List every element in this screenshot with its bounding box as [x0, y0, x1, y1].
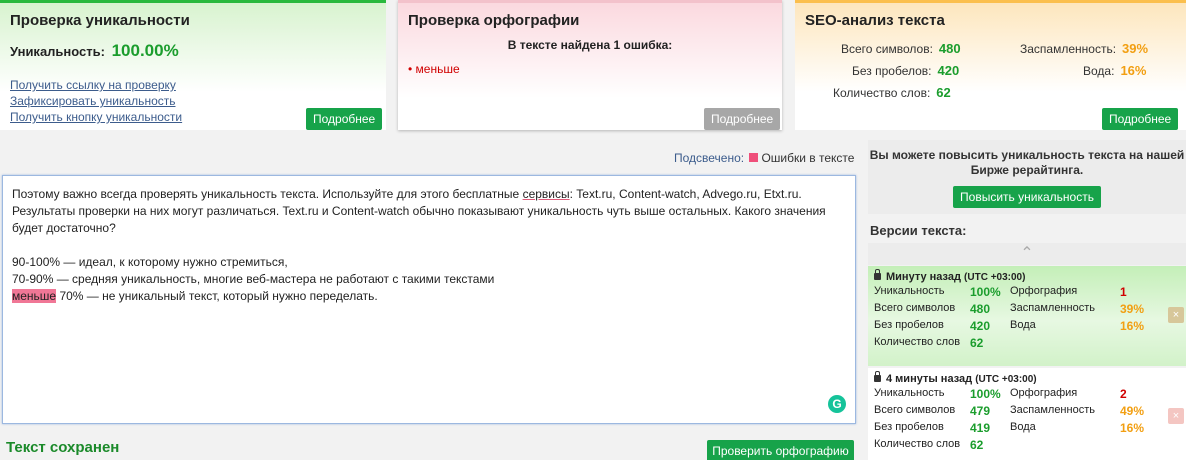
- version-spell: 2: [1120, 387, 1127, 401]
- editor-underlined-word: сервисы: [522, 187, 570, 201]
- grammarly-icon[interactable]: G: [828, 395, 846, 413]
- fix-uniqueness-link[interactable]: Зафиксировать уникальность: [10, 93, 376, 109]
- highlight-legend: Подсвечено: Ошибки в тексте: [674, 151, 854, 165]
- text-editor[interactable]: Поэтому важно всегда проверять уникально…: [2, 175, 856, 424]
- version-words: 62: [970, 438, 984, 452]
- seo-spam-value: 39%: [1122, 41, 1149, 56]
- version-total: 479: [970, 404, 991, 418]
- spelling-panel: Проверка орфографии В тексте найдена 1 о…: [398, 0, 782, 130]
- version-label-words: Количество слов: [874, 336, 961, 348]
- version-label-water: Вода: [1010, 319, 1036, 331]
- seo-total-chars-label: Всего символов:: [841, 42, 933, 56]
- version-time: Минуту назад: [886, 271, 961, 283]
- version-spell: 1: [1120, 285, 1127, 299]
- seo-no-spaces-value: 420: [937, 63, 960, 78]
- editor-text: Поэтому важно всегда проверять уникально…: [12, 187, 523, 201]
- spelling-error-item[interactable]: • меньше: [408, 62, 772, 76]
- text-saved-status: Текст сохранен: [6, 439, 120, 456]
- version-label-uniq: Уникальность: [874, 285, 945, 297]
- editor-line-5: 70-90% — средняя уникальность, многие ве…: [12, 272, 495, 286]
- version-spam: 39%: [1120, 302, 1145, 316]
- spelling-found-text: В тексте найдена 1 ошибка:: [507, 38, 673, 52]
- version-label-water: Вода: [1010, 421, 1036, 433]
- version-label-nospace: Без пробелов: [874, 421, 944, 433]
- version-header: 4 минуты назад (UTC +03:00): [874, 371, 1180, 385]
- version-nospace: 419: [970, 421, 991, 435]
- editor-text: : Text.ru, Content-watch, Advego.ru, Etx…: [569, 187, 802, 201]
- editor-line-1: Поэтому важно всегда проверять уникально…: [12, 186, 846, 203]
- uniqueness-label: Уникальность:: [10, 44, 105, 59]
- version-label-words: Количество слов: [874, 438, 961, 450]
- promo-box: Вы можете повысить уникальность текста н…: [868, 140, 1186, 214]
- version-label-uniq: Уникальность: [874, 387, 945, 399]
- close-icon[interactable]: ×: [1168, 307, 1184, 323]
- version-label-spell: Орфография: [1010, 285, 1078, 297]
- version-water: 16%: [1120, 319, 1145, 333]
- version-label-spell: Орфография: [1010, 387, 1078, 399]
- promo-text: Вы можете повысить уникальность текста н…: [869, 148, 1185, 177]
- seo-spam-label: Заспамленность:: [1020, 42, 1117, 56]
- version-time: 4 минуты назад: [886, 373, 973, 385]
- version-label-nospace: Без пробелов: [874, 319, 944, 331]
- editor-text: 70% — не уникальный текст, который нужно…: [56, 289, 378, 303]
- version-label-spam: Заспамленность: [1010, 404, 1095, 416]
- seo-spam: Заспамленность: 39%: [1020, 41, 1148, 56]
- uniqueness-value: 100.00%: [111, 41, 179, 60]
- uniqueness-title: Проверка уникальности: [10, 12, 190, 29]
- lock-icon: [874, 269, 881, 280]
- increase-uniqueness-button[interactable]: Повысить уникальность: [953, 186, 1101, 208]
- version-uniq: 100%: [970, 387, 1001, 401]
- seo-more-button[interactable]: Подробнее: [1102, 108, 1179, 130]
- version-label-spam: Заспамленность: [1010, 302, 1095, 314]
- editor-line-3: будет достаточно?: [12, 221, 116, 235]
- legend-errors-label: Ошибки в тексте: [761, 151, 855, 165]
- seo-water: Вода: 16%: [1083, 63, 1146, 78]
- highlighted-error-word[interactable]: меньше: [12, 289, 57, 303]
- version-timezone: (UTC +03:00): [964, 272, 1026, 283]
- seo-words-label: Количество слов:: [833, 86, 931, 100]
- seo-words: Количество слов: 62: [833, 85, 951, 100]
- seo-no-spaces-label: Без пробелов:: [852, 64, 932, 78]
- editor-line-6: меньше 70% — не уникальный текст, которы…: [12, 288, 846, 305]
- version-uniq: 100%: [970, 285, 1001, 299]
- error-color-swatch: [749, 153, 759, 162]
- seo-title: SEO-анализ текста: [805, 12, 945, 29]
- version-header: Минуту назад (UTC +03:00): [874, 269, 1180, 283]
- spelling-title: Проверка орфографии: [408, 12, 580, 29]
- version-words: 62: [970, 336, 984, 350]
- uniqueness-line: Уникальность: 100.00%: [10, 41, 376, 61]
- version-spam: 49%: [1120, 404, 1145, 418]
- version-timezone: (UTC +03:00): [975, 374, 1037, 385]
- get-check-link[interactable]: Получить ссылку на проверку: [10, 77, 376, 93]
- seo-panel: SEO-анализ текста Всего символов: 480 Без…: [795, 0, 1186, 130]
- legend-prefix: Подсвечено:: [674, 151, 745, 165]
- editor-blank-line: [12, 237, 846, 254]
- editor-line-2: Результаты проверки на них могут различа…: [12, 204, 826, 218]
- lock-icon: [874, 371, 881, 382]
- seo-water-label: Вода:: [1083, 64, 1115, 78]
- versions-title: Версии текста:: [870, 223, 967, 238]
- seo-total-chars-value: 480: [938, 41, 961, 56]
- spelling-error-word: меньше: [415, 62, 460, 76]
- check-spelling-button[interactable]: Проверить орфографию: [707, 440, 854, 460]
- chevron-up-icon[interactable]: ⌃: [868, 243, 1186, 265]
- seo-no-spaces: Без пробелов: 420: [852, 63, 959, 78]
- version-total: 480: [970, 302, 991, 316]
- version-water: 16%: [1120, 421, 1145, 435]
- version-item[interactable]: 4 минуты назад (UTC +03:00) Уникальность…: [868, 368, 1186, 460]
- close-icon[interactable]: ×: [1168, 408, 1184, 424]
- uniqueness-panel: Проверка уникальности Уникальность: 100.…: [0, 0, 386, 130]
- editor-line-4: 90-100% — идеал, к которому нужно стреми…: [12, 255, 288, 269]
- seo-water-value: 16%: [1120, 63, 1147, 78]
- spelling-more-button[interactable]: Подробнее: [704, 108, 781, 130]
- seo-total-chars: Всего символов: 480: [841, 41, 961, 56]
- seo-words-value: 62: [936, 85, 951, 100]
- version-label-total: Всего символов: [874, 404, 956, 416]
- version-nospace: 420: [970, 319, 991, 333]
- version-label-total: Всего символов: [874, 302, 956, 314]
- uniqueness-more-button[interactable]: Подробнее: [306, 108, 383, 130]
- version-item[interactable]: Минуту назад (UTC +03:00) Уникальность 10…: [868, 266, 1186, 366]
